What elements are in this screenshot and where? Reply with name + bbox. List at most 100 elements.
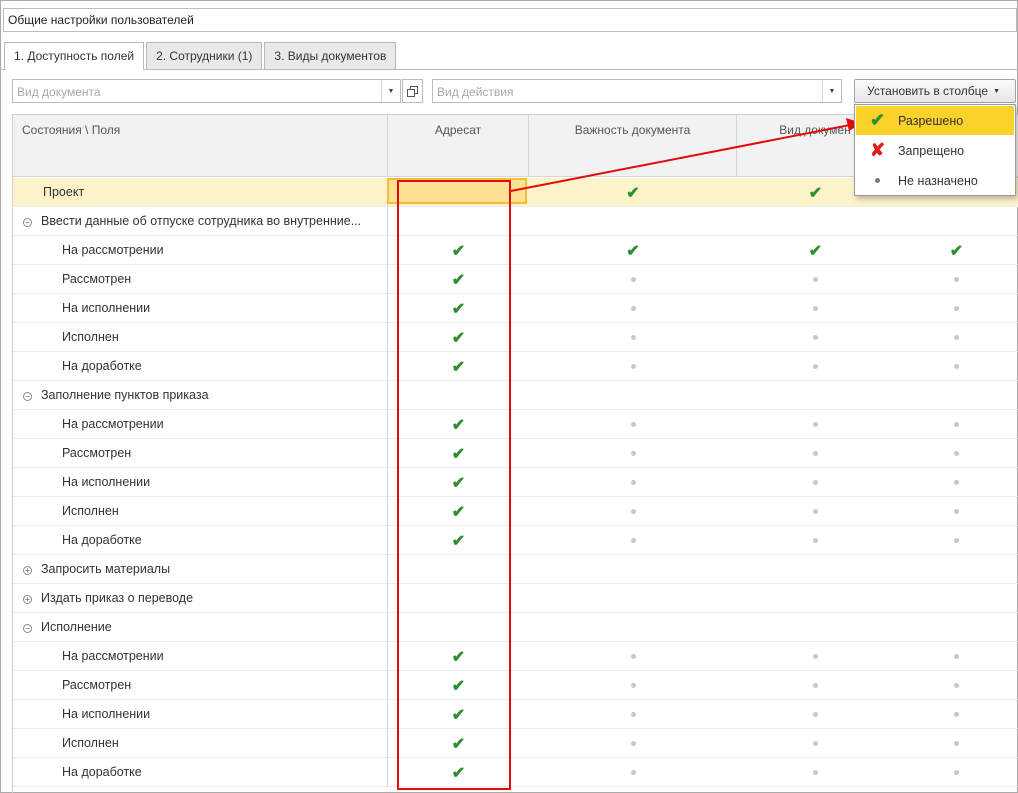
table-row[interactable]: − Заполнение пунктов приказа (13, 381, 1018, 410)
collapse-icon[interactable]: − (23, 392, 32, 401)
permission-cell[interactable] (894, 642, 1018, 671)
permission-cell[interactable] (894, 729, 1018, 758)
open-icon[interactable] (402, 79, 423, 103)
permission-cell[interactable] (388, 613, 529, 642)
permission-cell[interactable] (529, 613, 737, 642)
table-row[interactable]: На доработке ✔ (13, 526, 1018, 555)
permission-cell[interactable] (737, 729, 894, 758)
table-row[interactable]: На исполнении ✔ (13, 294, 1018, 323)
permission-cell[interactable] (737, 584, 894, 613)
permission-cell[interactable] (737, 700, 894, 729)
permission-cell[interactable] (388, 381, 529, 410)
permission-cell[interactable] (388, 207, 529, 236)
permission-cell[interactable] (737, 323, 894, 352)
menu-item-denied[interactable]: ✘ Запрещено (856, 136, 1014, 165)
permission-cell[interactable]: ✔ (388, 439, 529, 468)
permission-cell[interactable]: ✔ (388, 468, 529, 497)
permission-cell[interactable]: ✔ (388, 294, 529, 323)
expand-icon[interactable]: + (23, 566, 32, 575)
permission-cell[interactable] (737, 642, 894, 671)
permission-cell[interactable] (529, 352, 737, 381)
table-row[interactable]: На доработке ✔ (13, 758, 1018, 787)
permission-cell[interactable]: ✔ (388, 642, 529, 671)
permission-cell[interactable] (894, 526, 1018, 555)
permission-cell[interactable] (529, 439, 737, 468)
permission-cell[interactable]: ✔ (388, 265, 529, 294)
table-row[interactable]: + Издать приказ о переводе (13, 584, 1018, 613)
permission-cell[interactable] (529, 671, 737, 700)
permission-cell[interactable]: ✔ (388, 671, 529, 700)
menu-item-allowed[interactable]: ✔ Разрешено (856, 106, 1014, 135)
table-row[interactable]: Исполнен ✔ (13, 497, 1018, 526)
permission-cell[interactable] (737, 410, 894, 439)
permission-cell[interactable] (529, 294, 737, 323)
menu-item-not-assigned[interactable]: Не назначено (856, 166, 1014, 195)
table-row[interactable]: На исполнении ✔ (13, 700, 1018, 729)
permission-cell[interactable] (529, 555, 737, 584)
permission-cell[interactable] (529, 729, 737, 758)
permission-cell[interactable] (529, 642, 737, 671)
permission-cell[interactable] (529, 381, 737, 410)
permission-cell[interactable] (529, 700, 737, 729)
permission-cell[interactable] (894, 439, 1018, 468)
permission-cell[interactable] (529, 207, 737, 236)
table-row[interactable]: На исполнении ✔ (13, 468, 1018, 497)
permission-cell[interactable]: ✔ (737, 236, 894, 265)
permission-cell[interactable] (388, 555, 529, 584)
table-row[interactable]: На рассмотрении ✔ ✔ ✔ ✔ (13, 236, 1018, 265)
permission-cell[interactable] (894, 671, 1018, 700)
permission-cell[interactable]: ✔ (388, 323, 529, 352)
permission-cell[interactable] (737, 207, 894, 236)
action-type-field[interactable]: Вид действия ▼ (432, 79, 842, 103)
permission-cell[interactable] (737, 468, 894, 497)
table-row[interactable]: + Запросить материалы (13, 555, 1018, 584)
permission-cell[interactable]: ✔ (894, 236, 1018, 265)
set-in-column-button[interactable]: Установить в столбце ▼ (854, 79, 1016, 103)
permission-cell[interactable] (737, 265, 894, 294)
table-row[interactable]: На доработке ✔ (13, 352, 1018, 381)
chevron-down-icon[interactable]: ▼ (381, 80, 400, 102)
permission-cell[interactable]: ✔ (388, 700, 529, 729)
permission-cell[interactable]: ✔ (388, 236, 529, 265)
permission-cell[interactable] (894, 323, 1018, 352)
tab-field-availability[interactable]: 1. Доступность полей (4, 42, 145, 70)
tab-employees[interactable]: 2. Сотрудники (1) (146, 42, 263, 69)
permission-cell[interactable] (894, 265, 1018, 294)
permission-cell[interactable] (894, 497, 1018, 526)
column-header-addressee[interactable]: Адресат (388, 115, 529, 177)
permission-cell[interactable] (894, 410, 1018, 439)
permission-cell[interactable] (894, 381, 1018, 410)
permission-cell[interactable] (894, 294, 1018, 323)
permission-cell[interactable] (894, 555, 1018, 584)
table-row[interactable]: На рассмотрении ✔ (13, 642, 1018, 671)
permission-cell[interactable]: ✔ (388, 758, 529, 787)
table-row[interactable]: − Исполнение (13, 613, 1018, 642)
permission-cell[interactable] (737, 555, 894, 584)
document-type-field[interactable]: Вид документа ▼ (12, 79, 401, 103)
permission-cell[interactable] (529, 584, 737, 613)
permission-cell[interactable] (894, 352, 1018, 381)
permission-cell[interactable] (529, 410, 737, 439)
table-row[interactable]: Исполнен ✔ (13, 729, 1018, 758)
column-header-importance[interactable]: Важность документа (529, 115, 737, 177)
permission-cell[interactable]: ✔ (388, 497, 529, 526)
permission-cell[interactable] (894, 207, 1018, 236)
permission-cell[interactable] (529, 265, 737, 294)
table-row[interactable]: − Ввести данные об отпуске сотрудника во … (13, 207, 1018, 236)
permission-cell[interactable] (529, 497, 737, 526)
permission-cell[interactable]: ✔ (529, 236, 737, 265)
permission-cell[interactable] (529, 468, 737, 497)
table-row[interactable]: Исполнен ✔ (13, 323, 1018, 352)
permission-cell[interactable]: ✔ (529, 178, 737, 207)
permission-cell[interactable]: ✔ (388, 729, 529, 758)
table-row[interactable]: Рассмотрен ✔ (13, 265, 1018, 294)
permission-cell[interactable]: ✔ (388, 526, 529, 555)
permission-cell[interactable] (388, 584, 529, 613)
permission-cell[interactable] (894, 613, 1018, 642)
permission-cell[interactable] (894, 468, 1018, 497)
tab-document-types[interactable]: 3. Виды документов (264, 42, 397, 69)
permission-cell[interactable]: ✔ (388, 352, 529, 381)
permission-cell[interactable] (894, 584, 1018, 613)
permission-cell[interactable] (529, 526, 737, 555)
collapse-icon[interactable]: − (23, 218, 32, 227)
